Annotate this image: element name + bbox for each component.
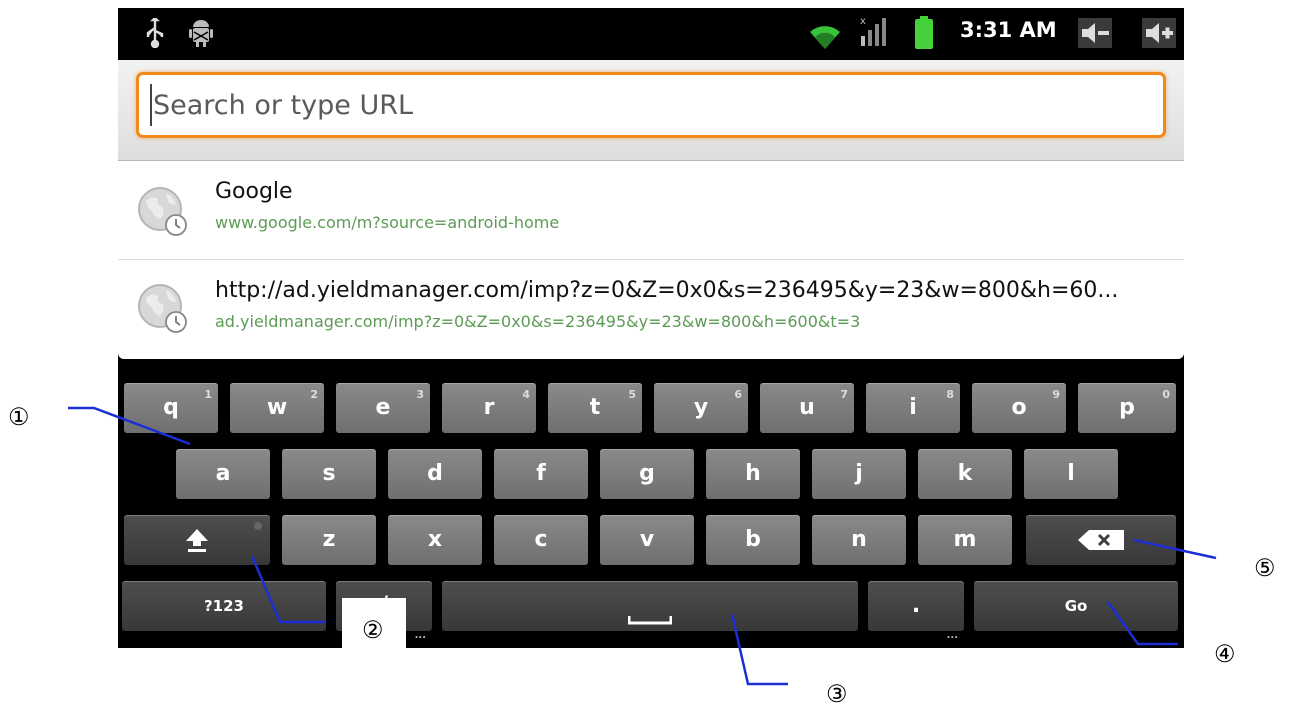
key-w[interactable]: w2	[230, 383, 324, 433]
key-r[interactable]: r4	[442, 383, 536, 433]
key-hint: 1	[204, 388, 212, 401]
suggestion-item[interactable]: http://ad.yieldmanager.com/imp?z=0&Z=0x0…	[118, 260, 1184, 358]
key-z[interactable]: z	[282, 515, 376, 565]
key-hint: 5	[628, 388, 636, 401]
suggestion-list: Google www.google.com/m?source=android-h…	[118, 161, 1184, 359]
soft-keyboard: q1 w2 e3 r4 t5 y6 u7 i8 o9 p0 a s d f g …	[118, 370, 1184, 648]
usb-icon	[146, 18, 164, 48]
key-p[interactable]: p0	[1078, 383, 1176, 433]
key-j[interactable]: j	[812, 449, 906, 499]
key-m[interactable]: m	[918, 515, 1012, 565]
key-n[interactable]: n	[812, 515, 906, 565]
space-key[interactable]	[442, 581, 858, 631]
shift-key[interactable]	[124, 515, 270, 565]
history-globe-icon	[138, 187, 187, 236]
callout-4: ④	[1214, 640, 1236, 668]
text-cursor	[150, 84, 152, 126]
key-k[interactable]: k	[918, 449, 1012, 499]
suggestion-title: http://ad.yieldmanager.com/imp?z=0&Z=0x0…	[215, 278, 1119, 303]
key-t[interactable]: t5	[548, 383, 642, 433]
key-c[interactable]: c	[494, 515, 588, 565]
key-a[interactable]: a	[176, 449, 270, 499]
key-label: .	[911, 593, 921, 618]
key-y[interactable]: y6	[654, 383, 748, 433]
android-debug-icon	[189, 20, 213, 47]
key-s[interactable]: s	[282, 449, 376, 499]
battery-icon	[915, 16, 933, 49]
more-hint: ...	[414, 630, 426, 641]
key-hint: 7	[840, 388, 848, 401]
suggestion-url: www.google.com/m?source=android-home	[215, 213, 560, 232]
period-key[interactable]: ....	[868, 581, 964, 641]
key-label: u	[799, 395, 815, 420]
go-key[interactable]: Go	[974, 581, 1178, 631]
key-u[interactable]: u7	[760, 383, 854, 433]
callout-1: ①	[8, 403, 30, 431]
url-search-input[interactable]	[136, 72, 1166, 138]
key-e[interactable]: e3	[336, 383, 430, 433]
key-label: q	[163, 395, 179, 420]
key-d[interactable]: d	[388, 449, 482, 499]
volume-up-icon[interactable]	[1142, 18, 1176, 48]
wifi-icon	[810, 26, 840, 49]
shift-arrow-icon	[186, 529, 208, 552]
suggestion-title: Google	[215, 179, 293, 204]
callout-3: ③	[826, 680, 848, 708]
caps-lock-indicator	[254, 522, 262, 530]
more-hint: ...	[946, 630, 958, 641]
key-h[interactable]: h	[706, 449, 800, 499]
suggestion-url: ad.yieldmanager.com/imp?z=0&Z=0x0&s=2364…	[215, 312, 861, 331]
key-l[interactable]: l	[1024, 449, 1118, 499]
key-label: t	[589, 395, 601, 420]
key-o[interactable]: o9	[972, 383, 1066, 433]
status-bar: x 3:31 AM	[118, 8, 1184, 60]
key-f[interactable]: f	[494, 449, 588, 499]
signal-icon: x	[860, 16, 886, 46]
key-hint: 3	[416, 388, 424, 401]
key-label: y	[693, 395, 709, 420]
key-i[interactable]: i8	[866, 383, 960, 433]
status-time: 3:31 AM	[960, 18, 1057, 42]
address-bar	[118, 60, 1184, 161]
volume-down-icon[interactable]	[1078, 18, 1112, 48]
key-hint: 2	[310, 388, 318, 401]
key-hint: 0	[1162, 388, 1170, 401]
backspace-key[interactable]	[1026, 515, 1176, 565]
callout-2: ②	[362, 616, 384, 644]
backspace-icon	[1078, 530, 1124, 550]
key-label: w	[266, 395, 288, 420]
history-globe-icon	[138, 284, 187, 333]
key-b[interactable]: b	[706, 515, 800, 565]
key-x[interactable]: x	[388, 515, 482, 565]
key-label: o	[1011, 395, 1027, 420]
phone-screen: x 3:31 AM Search or type URL Google www.…	[118, 8, 1184, 648]
key-label: r	[483, 395, 495, 420]
key-hint: 8	[946, 388, 954, 401]
key-hint: 9	[1052, 388, 1060, 401]
suggestion-item[interactable]: Google www.google.com/m?source=android-h…	[118, 161, 1184, 260]
key-label: e	[375, 395, 391, 420]
space-bar-icon	[628, 616, 672, 625]
key-label: i	[909, 395, 917, 420]
key-v[interactable]: v	[600, 515, 694, 565]
key-hint: 4	[522, 388, 530, 401]
key-hint: 6	[734, 388, 742, 401]
key-q[interactable]: q1	[124, 383, 218, 433]
svg-text:x: x	[860, 16, 866, 27]
callout-5: ⑤	[1254, 554, 1276, 582]
symbols-key[interactable]: ?123	[122, 581, 326, 631]
key-g[interactable]: g	[600, 449, 694, 499]
key-label: p	[1119, 395, 1135, 420]
